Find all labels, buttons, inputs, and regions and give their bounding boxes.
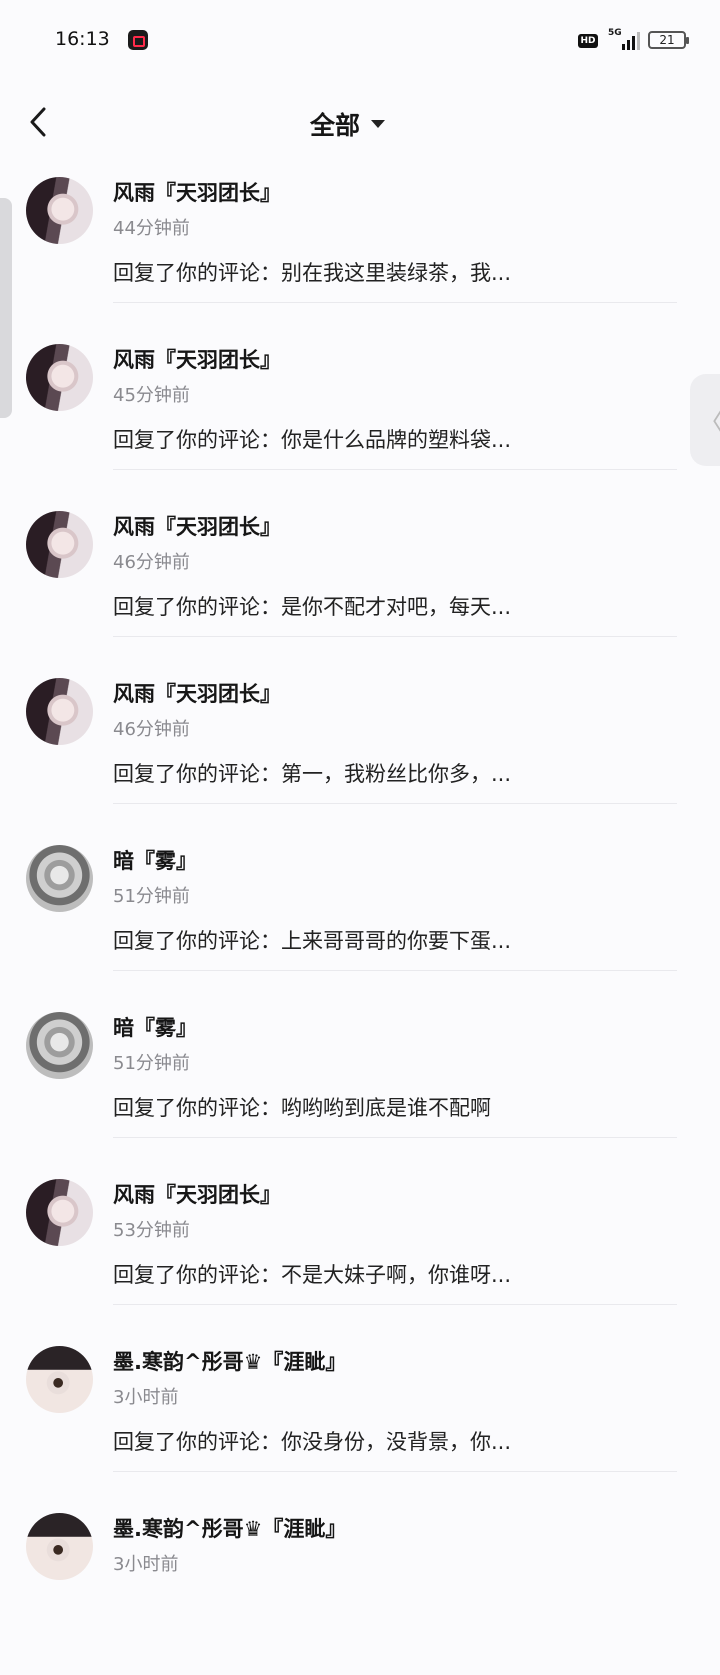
avatar[interactable] — [26, 1346, 93, 1413]
comment-preview[interactable]: 回复了你的评论：上来哥哥哥的你要下蛋... — [113, 925, 511, 955]
timestamp: 44分钟前 — [113, 218, 190, 239]
avatar[interactable] — [26, 511, 93, 578]
divider — [113, 1471, 677, 1472]
avatar[interactable] — [26, 845, 93, 912]
list-item[interactable]: 风雨『天羽团长』 46分钟前 回复了你的评论：第一，我粉丝比你多，... — [0, 673, 720, 840]
avatar[interactable] — [26, 1179, 93, 1246]
caret-down-icon — [371, 120, 386, 128]
timestamp: 3小时前 — [113, 1554, 179, 1575]
user-name[interactable]: 暗『雾』 — [113, 1012, 197, 1042]
timestamp: 51分钟前 — [113, 1053, 190, 1074]
battery-icon: 21 — [648, 31, 689, 49]
user-name[interactable]: 墨.寒韵^彤哥♛『涯眦』 — [113, 1346, 346, 1376]
list-item[interactable]: 风雨『天羽团长』 53分钟前 回复了你的评论：不是大妹子啊，你谁呀... — [0, 1174, 720, 1341]
hd-badge: HD — [578, 34, 598, 48]
user-name[interactable]: 风雨『天羽团长』 — [113, 1179, 281, 1209]
divider — [113, 636, 677, 637]
header: 全部 — [0, 82, 720, 172]
avatar[interactable] — [26, 1012, 93, 1079]
timestamp: 46分钟前 — [113, 552, 190, 573]
user-name[interactable]: 风雨『天羽团长』 — [113, 511, 281, 541]
status-bar: 16:13 HD 5G 21 — [0, 0, 720, 82]
divider — [113, 1137, 677, 1138]
network-label: 5G — [608, 28, 622, 38]
list-item[interactable]: 暗『雾』 51分钟前 回复了你的评论：哟哟哟到底是谁不配啊 — [0, 1007, 720, 1174]
avatar[interactable] — [26, 678, 93, 745]
user-name[interactable]: 暗『雾』 — [113, 845, 197, 875]
list-item[interactable]: 风雨『天羽团长』 45分钟前 回复了你的评论：你是什么品牌的塑料袋... — [0, 339, 720, 506]
timestamp: 53分钟前 — [113, 1220, 190, 1241]
list-item[interactable]: 风雨『天羽团长』 44分钟前 回复了你的评论：别在我这里装绿茶，我... — [0, 172, 720, 339]
user-name[interactable]: 风雨『天羽团长』 — [113, 678, 281, 708]
comment-preview[interactable]: 回复了你的评论：你是什么品牌的塑料袋... — [113, 424, 511, 454]
comment-preview[interactable]: 回复了你的评论：你没身份，没背景，你... — [113, 1426, 511, 1456]
avatar[interactable] — [26, 177, 93, 244]
list-item[interactable]: 墨.寒韵^彤哥♛『涯眦』 3小时前 — [0, 1508, 720, 1675]
avatar[interactable] — [26, 344, 93, 411]
comment-preview[interactable]: 回复了你的评论：不是大妹子啊，你谁呀... — [113, 1259, 511, 1289]
comment-preview[interactable]: 回复了你的评论：第一，我粉丝比你多，... — [113, 758, 511, 788]
timestamp: 3小时前 — [113, 1387, 179, 1408]
screen-record-icon — [128, 30, 148, 50]
divider — [113, 469, 677, 470]
comment-preview[interactable]: 回复了你的评论：别在我这里装绿茶，我... — [113, 257, 511, 287]
user-name[interactable]: 风雨『天羽团长』 — [113, 344, 281, 374]
page-title: 全部 — [310, 111, 361, 140]
list-item[interactable]: 风雨『天羽团长』 46分钟前 回复了你的评论：是你不配才对吧，每天... — [0, 506, 720, 673]
comment-preview[interactable]: 回复了你的评论：是你不配才对吧，每天... — [113, 591, 511, 621]
timestamp: 51分钟前 — [113, 886, 190, 907]
signal-icon: 5G — [608, 28, 640, 50]
notification-list: 风雨『天羽团长』 44分钟前 回复了你的评论：别在我这里装绿茶，我... 风雨『… — [0, 172, 720, 1675]
divider — [113, 302, 677, 303]
filter-dropdown[interactable]: 全部 — [310, 104, 386, 144]
divider — [113, 1304, 677, 1305]
list-item[interactable]: 暗『雾』 51分钟前 回复了你的评论：上来哥哥哥的你要下蛋... — [0, 840, 720, 1007]
divider — [113, 803, 677, 804]
timestamp: 46分钟前 — [113, 719, 190, 740]
back-button[interactable] — [22, 100, 58, 144]
comment-preview[interactable]: 回复了你的评论：哟哟哟到底是谁不配啊 — [113, 1092, 491, 1122]
chevron-left-icon — [30, 107, 46, 137]
status-time: 16:13 — [55, 28, 110, 50]
user-name[interactable]: 墨.寒韵^彤哥♛『涯眦』 — [113, 1513, 346, 1543]
timestamp: 45分钟前 — [113, 385, 190, 406]
user-name[interactable]: 风雨『天羽团长』 — [113, 177, 281, 207]
list-item[interactable]: 墨.寒韵^彤哥♛『涯眦』 3小时前 回复了你的评论：你没身份，没背景，你... — [0, 1341, 720, 1508]
divider — [113, 970, 677, 971]
avatar[interactable] — [26, 1513, 93, 1580]
